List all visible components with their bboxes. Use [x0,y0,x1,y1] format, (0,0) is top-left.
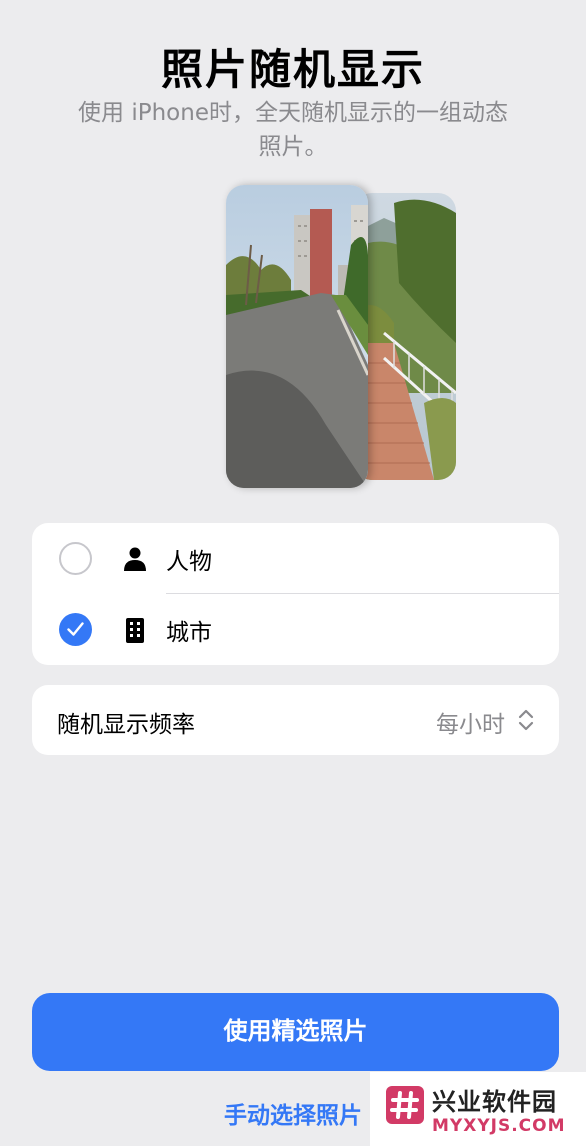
option-label: 城市 [166,619,212,646]
building-icon [123,617,147,643]
watermark-url: MYXYJS.COM [432,1116,566,1136]
option-city[interactable]: 城市 [32,594,559,665]
photo-category-list: 人物 城市 [32,523,559,665]
up-down-chevron-icon [517,709,535,731]
page-title: 照片随机显示 [160,45,425,94]
hash-logo-icon [386,1086,424,1124]
radio-unchecked-icon[interactable] [59,542,92,575]
radio-checked-icon[interactable] [59,613,92,646]
option-people[interactable]: 人物 [32,523,559,594]
option-label: 人物 [166,548,212,575]
page-subtitle: 使用 iPhone时，全天随机显示的一组动态照片。 [78,100,508,160]
photo-shuffle-screen: 照片随机显示 使用 iPhone时，全天随机显示的一组动态照片。 人物 城市 随… [0,0,586,1146]
preview-photo-stairs [354,193,456,480]
frequency-value[interactable]: 每小时 [436,705,505,739]
shuffle-frequency-row[interactable]: 随机显示频率 每小时 [32,685,559,755]
use-featured-photos-button[interactable]: 使用精选照片 [32,993,559,1071]
preview-photo-road [226,185,368,488]
watermark: 兴业软件园 MYXYJS.COM [370,1072,586,1146]
person-icon [123,546,147,572]
watermark-name: 兴业软件园 [432,1088,557,1116]
frequency-label: 随机显示频率 [57,712,195,738]
photo-preview [226,185,458,489]
